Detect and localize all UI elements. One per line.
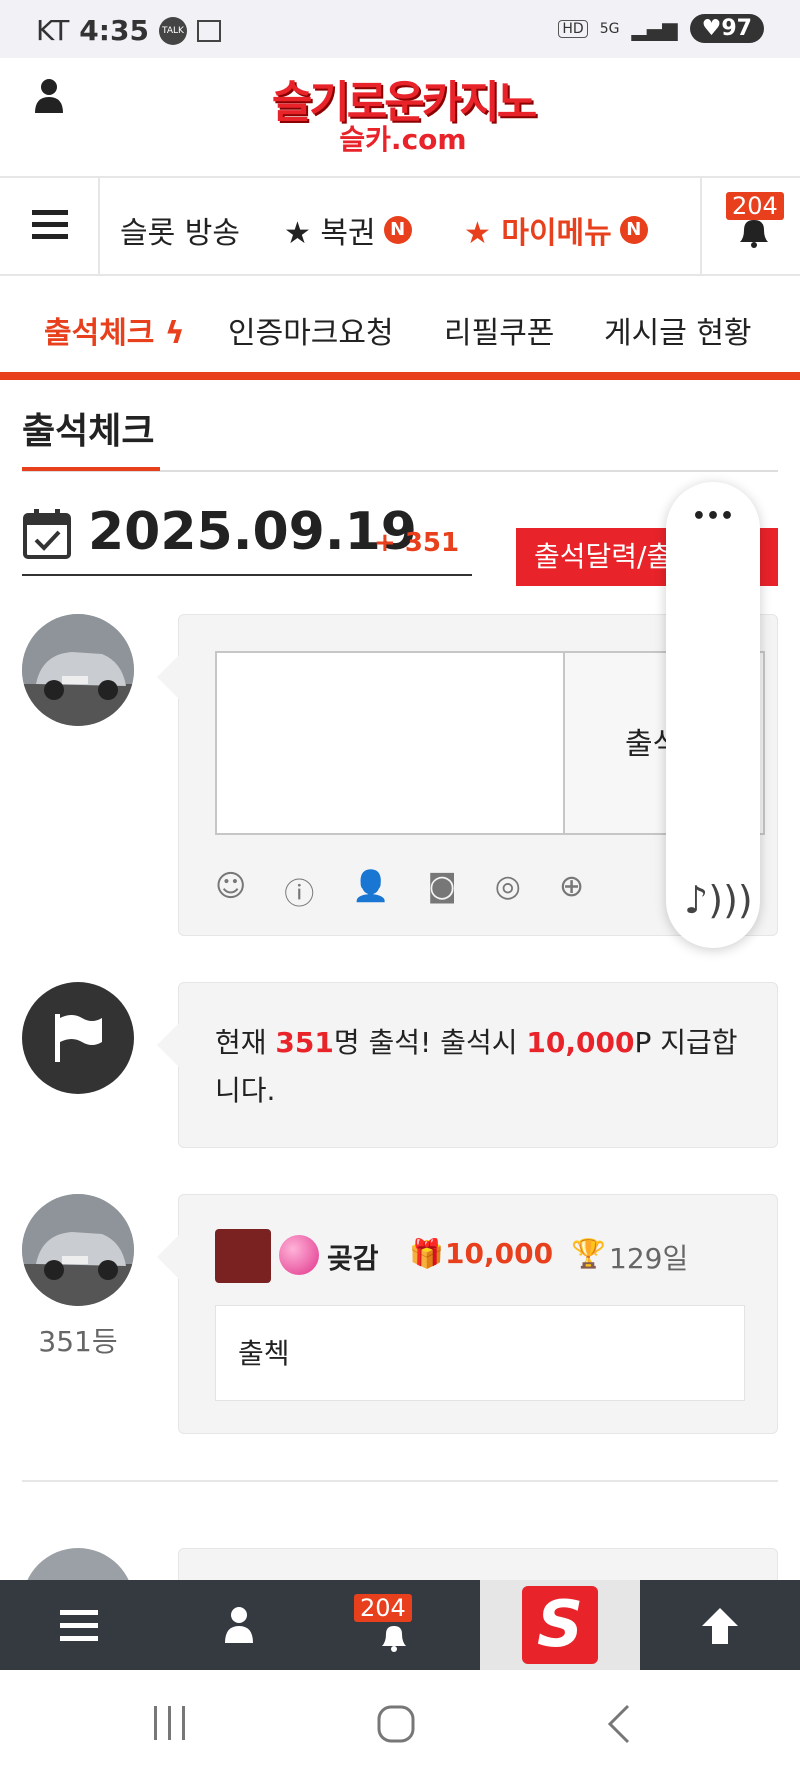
flag-icon <box>55 1014 102 1062</box>
music-icon[interactable]: ♪))) <box>684 878 753 922</box>
comment-textarea[interactable] <box>215 651 565 835</box>
attendance-entry: 곶감 🎁 10,000 🏆 129일 출첵 <box>157 1194 778 1434</box>
notification-count: 204 <box>354 1594 412 1622</box>
level-icon <box>215 1229 271 1283</box>
status-bar: KT 4:35 TALK HD 5G ▂▄▆ ♥97 <box>0 0 800 58</box>
tab-post-status[interactable]: 게시글 현황 <box>604 308 752 352</box>
trophy-icon: 🏆 <box>571 1237 606 1270</box>
user-mention-icon[interactable]: 👤 <box>352 869 389 913</box>
home-icon[interactable] <box>376 1704 416 1744</box>
grade-icon <box>279 1235 319 1275</box>
back-icon[interactable] <box>606 1704 632 1744</box>
compass-icon[interactable]: ◎ <box>495 869 521 913</box>
lightning-icon: ϟ <box>164 316 185 351</box>
comment-toolbar: ☺ ⓘ 👤 ◙ ◎ ⊕ <box>215 869 584 913</box>
site-logo-sub: 슬카.com <box>339 123 467 156</box>
car-avatar-image <box>22 614 134 726</box>
menu-icon[interactable] <box>60 1610 98 1642</box>
entry-username[interactable]: 곶감 <box>327 1237 379 1277</box>
battery-indicator: ♥97 <box>689 14 764 43</box>
notice-text: 현재 351명 출석! 출석시 10,000P 지급합니다. <box>215 1026 738 1107</box>
tab-cert-mark[interactable]: 인증마크요청 <box>228 308 394 352</box>
s-logo-icon: S <box>522 1586 598 1664</box>
gift-icon: 🎁 <box>409 1237 444 1270</box>
tab-attendance[interactable]: 출석체크 ϟ <box>44 308 185 352</box>
avatar <box>22 1194 134 1306</box>
site-header: 슬기로운카지노 슬카.com <box>0 58 800 176</box>
recent-apps-icon[interactable] <box>152 1704 188 1742</box>
title-underline <box>22 467 160 471</box>
calendar-check-icon <box>23 509 71 559</box>
talk-icon: TALK <box>158 16 187 45</box>
entry-message: 출첵 <box>215 1305 745 1401</box>
camera-icon[interactable]: ◙ <box>428 869 457 913</box>
emoji-icon[interactable]: ☺ <box>215 869 246 913</box>
arrow-up-icon[interactable] <box>700 1606 740 1646</box>
main-nav: 슬롯 방송 ★ 복권 N ★ 마이메뉴 N 204 <box>0 176 800 276</box>
attendance-notice: 현재 351명 출석! 출석시 10,000P 지급합니다. <box>157 982 778 1148</box>
signal-icon: ▂▄▆ <box>631 16 678 41</box>
tab-refill-coupon[interactable]: 리필쿠폰 <box>444 308 554 352</box>
add-icon[interactable]: ⊕ <box>559 869 584 913</box>
nav-my-menu[interactable]: ★ 마이메뉴 N <box>464 208 648 252</box>
new-badge: N <box>619 216 648 244</box>
date-underline <box>22 574 472 576</box>
nav-lottery[interactable]: ★ 복권 N <box>284 208 412 252</box>
attendance-delta: + 351 <box>374 528 460 558</box>
calendar-icon <box>196 19 221 42</box>
clock: 4:35 <box>79 14 149 47</box>
bottom-toolbar: 204 S <box>0 1580 800 1670</box>
notification-count: 204 <box>726 192 784 220</box>
avatar <box>22 614 134 726</box>
system-nav-bar <box>0 1670 800 1778</box>
entry-divider <box>22 1480 778 1482</box>
bell-icon <box>382 1626 406 1652</box>
car-avatar-image <box>22 1194 134 1306</box>
hamburger-icon[interactable] <box>32 210 68 240</box>
bell-icon <box>740 220 768 248</box>
carrier: KT <box>36 14 70 47</box>
entry-days: 129일 <box>609 1242 689 1275</box>
user-icon[interactable] <box>34 78 64 114</box>
entry-points: 10,000 <box>445 1237 554 1270</box>
network-icon: 5G <box>599 20 620 37</box>
floating-menu: ••• ♪))) <box>666 482 760 948</box>
user-icon[interactable] <box>224 1606 254 1644</box>
nav-slot-broadcast[interactable]: 슬롯 방송 <box>120 208 240 252</box>
more-icon[interactable]: ••• <box>666 504 760 529</box>
attendance-date: 2025.09.19 <box>88 502 417 562</box>
hd-icon: HD <box>558 19 588 38</box>
page-title: 출석체크 <box>22 411 155 452</box>
new-badge: N <box>383 216 412 244</box>
site-logo-button[interactable]: S <box>480 1580 640 1670</box>
info-icon[interactable]: ⓘ <box>284 869 314 913</box>
sub-tabs: 출석체크 ϟ 인증마크요청 리필쿠폰 게시글 현황 <box>0 276 800 380</box>
flag-avatar <box>22 982 134 1094</box>
entry-rank: 351등 <box>38 1325 118 1358</box>
